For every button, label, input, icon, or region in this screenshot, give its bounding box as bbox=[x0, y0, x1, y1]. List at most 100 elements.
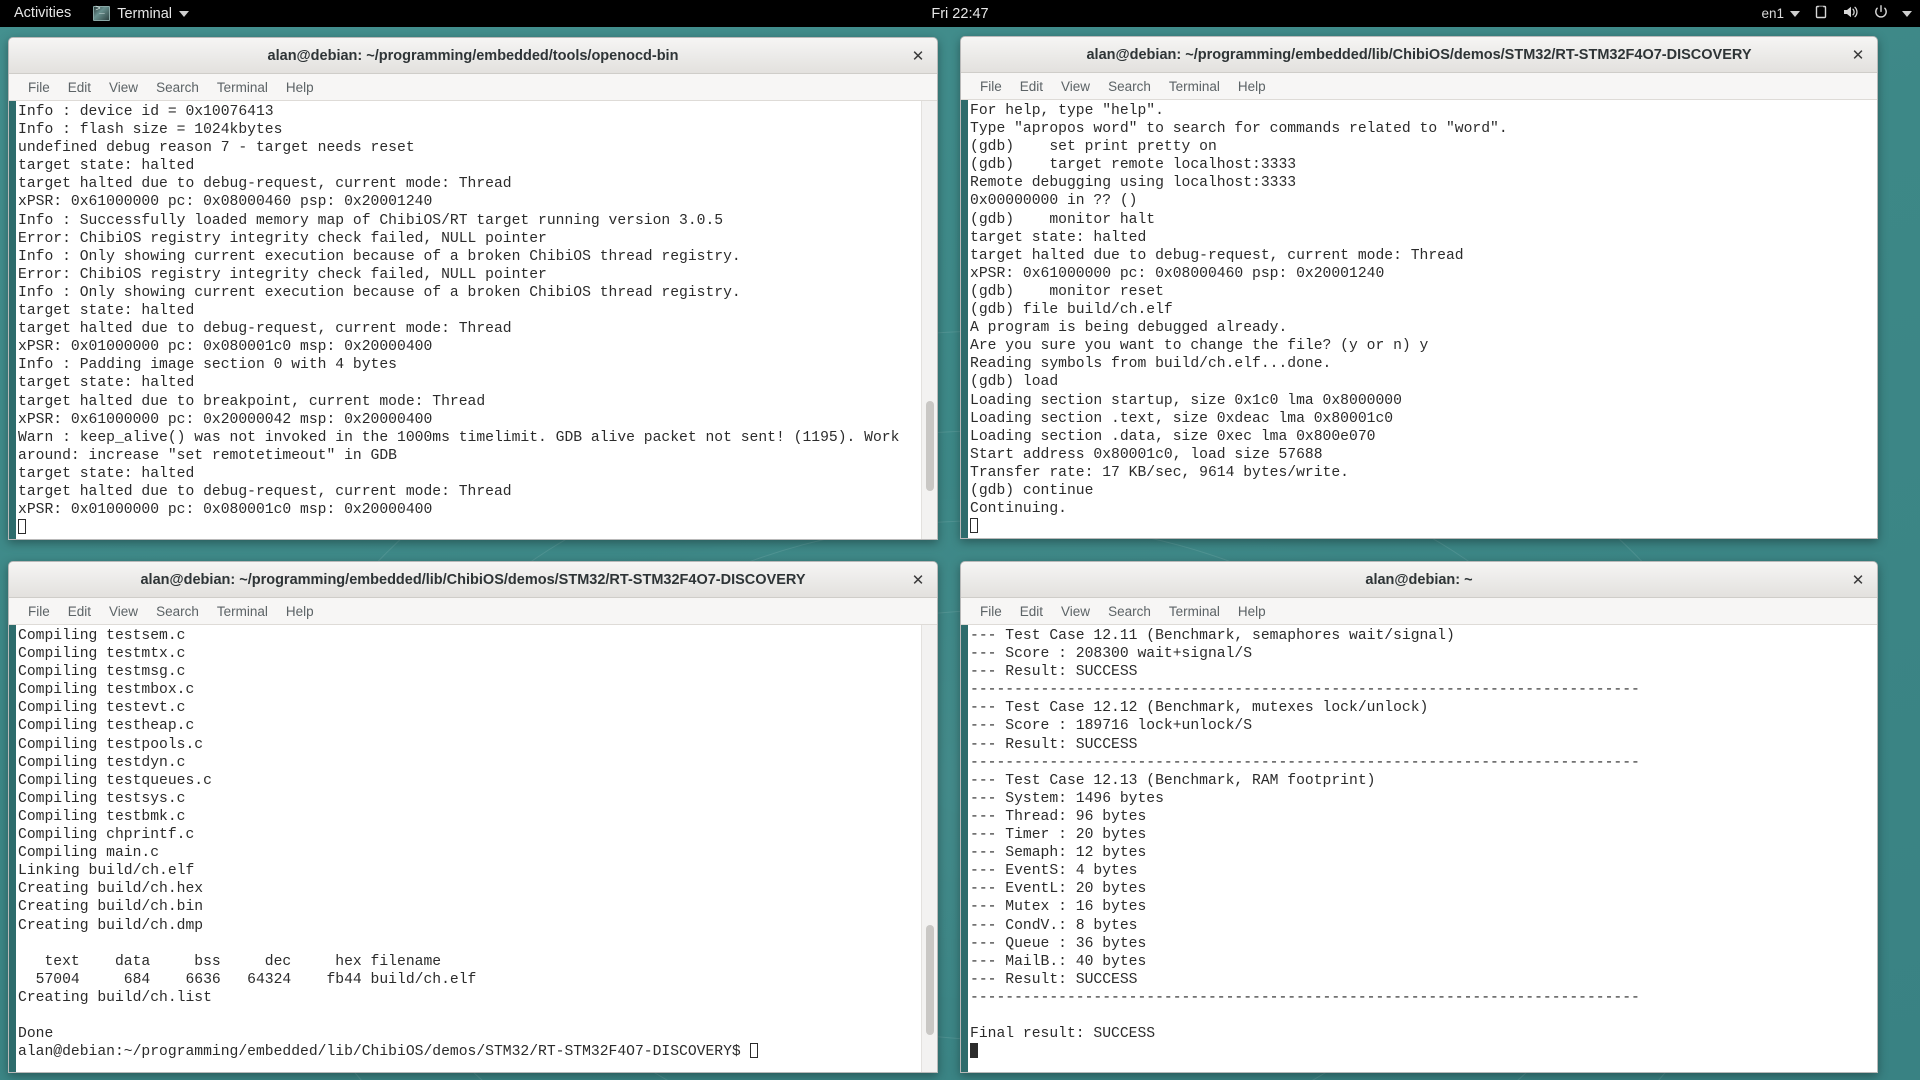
terminal-line: --- Score : 189716 lock+unlock/S bbox=[970, 718, 1253, 735]
close-icon[interactable]: ✕ bbox=[908, 46, 928, 66]
menu-item-file[interactable]: File bbox=[19, 74, 59, 101]
terminal-line: target state: halted bbox=[18, 303, 195, 320]
menubar: File Edit View Search Terminal Help bbox=[961, 73, 1877, 100]
scrollbar-thumb[interactable] bbox=[926, 925, 934, 1035]
terminal-line: Creating build/ch.bin bbox=[18, 899, 204, 916]
terminal-line: Info : Padding image section 0 with 4 by… bbox=[18, 357, 397, 374]
menu-item-view[interactable]: View bbox=[100, 74, 147, 101]
app-menu-label: Terminal bbox=[117, 5, 173, 22]
menu-item-search[interactable]: Search bbox=[147, 598, 208, 625]
menu-item-help[interactable]: Help bbox=[1229, 73, 1275, 100]
terminal-line: --- Timer : 20 bytes bbox=[970, 827, 1147, 844]
terminal-line: target state: halted bbox=[18, 158, 195, 175]
terminal-line: --- Test Case 12.12 (Benchmark, mutexes … bbox=[970, 700, 1429, 717]
menu-item-view[interactable]: View bbox=[1052, 598, 1099, 625]
chevron-down-icon[interactable] bbox=[1902, 10, 1912, 17]
activities-button[interactable]: Activities bbox=[0, 0, 83, 27]
terminal-line: Compiling testbmk.c bbox=[18, 808, 186, 825]
menu-item-help[interactable]: Help bbox=[277, 74, 323, 101]
app-menu-button[interactable]: Terminal bbox=[83, 0, 199, 27]
menu-item-search[interactable]: Search bbox=[1099, 598, 1160, 625]
scrollbar[interactable] bbox=[921, 101, 937, 539]
power-icon[interactable] bbox=[1873, 4, 1889, 24]
titlebar[interactable]: alan@debian: ~ ✕ bbox=[961, 562, 1877, 598]
menu-item-terminal[interactable]: Terminal bbox=[1160, 73, 1229, 100]
terminal-window-build[interactable]: alan@debian: ~/programming/embedded/lib/… bbox=[8, 561, 938, 1073]
terminal-output[interactable]: Compiling testsem.c Compiling testmtx.c Co… bbox=[16, 625, 921, 1072]
menu-item-edit[interactable]: Edit bbox=[1011, 73, 1052, 100]
window-title: alan@debian: ~/programming/embedded/lib/… bbox=[140, 571, 806, 588]
menu-item-terminal[interactable]: Terminal bbox=[208, 598, 277, 625]
titlebar[interactable]: alan@debian: ~/programming/embedded/lib/… bbox=[961, 37, 1877, 73]
terminal-line: --- EventL: 20 bytes bbox=[970, 881, 1147, 898]
terminal-line: (gdb) set print pretty on bbox=[970, 139, 1217, 156]
terminal-output[interactable]: Info : device id = 0x10076413 Info : flas… bbox=[16, 101, 921, 539]
terminal-line: Compiling testheap.c bbox=[18, 718, 195, 735]
terminal-line: Error: ChibiOS registry integrity check … bbox=[18, 230, 547, 247]
titlebar[interactable]: alan@debian: ~/programming/embedded/tool… bbox=[9, 38, 937, 74]
terminal-body[interactable]: Info : device id = 0x10076413 Info : flas… bbox=[9, 101, 937, 539]
close-icon[interactable]: ✕ bbox=[1848, 45, 1868, 65]
terminal-line: --- Result: SUCCESS bbox=[970, 664, 1138, 681]
menu-item-file[interactable]: File bbox=[971, 598, 1011, 625]
menu-item-view[interactable]: View bbox=[1052, 73, 1099, 100]
chevron-down-icon bbox=[179, 10, 190, 17]
menu-item-help[interactable]: Help bbox=[1229, 598, 1275, 625]
system-tray: en1 bbox=[1761, 0, 1912, 27]
menu-item-view[interactable]: View bbox=[100, 598, 147, 625]
menu-item-edit[interactable]: Edit bbox=[59, 74, 100, 101]
terminal-line: xPSR: 0x01000000 pc: 0x080001c0 msp: 0x2… bbox=[18, 339, 433, 356]
menu-item-search[interactable]: Search bbox=[147, 74, 208, 101]
terminal-body[interactable]: Compiling testsem.c Compiling testmtx.c Co… bbox=[9, 625, 937, 1072]
menu-item-search[interactable]: Search bbox=[1099, 73, 1160, 100]
terminal-line: Compiling testsem.c bbox=[18, 628, 186, 644]
terminal-line: Loading section .data, size 0xec lma 0x8… bbox=[970, 428, 1376, 445]
terminal-prompt-line bbox=[970, 518, 1877, 536]
close-icon[interactable]: ✕ bbox=[908, 570, 928, 590]
terminal-line: Loading section startup, size 0x1c0 lma … bbox=[970, 392, 1402, 409]
network-icon[interactable] bbox=[1813, 4, 1829, 24]
terminal-left-edge bbox=[961, 100, 968, 538]
terminal-body[interactable]: --- Test Case 12.11 (Benchmark, semaphor… bbox=[961, 625, 1877, 1072]
terminal-body[interactable]: For help, type "help". Type "apropos word… bbox=[961, 100, 1877, 538]
terminal-prompt-line bbox=[18, 519, 921, 537]
terminal-line: Remote debugging using localhost:3333 bbox=[970, 175, 1297, 192]
terminal-line: --- CondV.: 8 bytes bbox=[970, 917, 1138, 934]
menu-item-file[interactable]: File bbox=[971, 73, 1011, 100]
menu-item-edit[interactable]: Edit bbox=[1011, 598, 1052, 625]
terminal-line: Compiling testqueues.c bbox=[18, 772, 212, 789]
scrollbar-thumb[interactable] bbox=[926, 401, 934, 491]
terminal-window-gdb[interactable]: alan@debian: ~/programming/embedded/lib/… bbox=[960, 36, 1878, 539]
menu-item-terminal[interactable]: Terminal bbox=[208, 74, 277, 101]
terminal-line: (gdb) monitor reset bbox=[970, 283, 1164, 300]
menu-item-edit[interactable]: Edit bbox=[59, 598, 100, 625]
titlebar[interactable]: alan@debian: ~/programming/embedded/lib/… bbox=[9, 562, 937, 598]
menu-item-help[interactable]: Help bbox=[277, 598, 323, 625]
scrollbar[interactable] bbox=[921, 625, 937, 1072]
terminal-line: target halted due to debug-request, curr… bbox=[970, 247, 1464, 264]
terminal-line: xPSR: 0x61000000 pc: 0x08000460 psp: 0x2… bbox=[970, 265, 1385, 282]
terminal-output[interactable]: For help, type "help". Type "apropos word… bbox=[968, 100, 1877, 538]
terminal-window-benchmark[interactable]: alan@debian: ~ ✕ File Edit View Search T… bbox=[960, 561, 1878, 1073]
volume-icon[interactable] bbox=[1842, 4, 1860, 24]
terminal-line: Info : Only showing current execution be… bbox=[18, 284, 741, 301]
terminal-window-openocd[interactable]: alan@debian: ~/programming/embedded/tool… bbox=[8, 37, 938, 540]
menubar: File Edit View Search Terminal Help bbox=[9, 598, 937, 625]
window-title: alan@debian: ~/programming/embedded/tool… bbox=[267, 47, 679, 64]
menu-item-file[interactable]: File bbox=[19, 598, 59, 625]
menu-item-terminal[interactable]: Terminal bbox=[1160, 598, 1229, 625]
keyboard-layout-button[interactable]: en1 bbox=[1761, 6, 1800, 21]
terminal-cursor bbox=[18, 519, 26, 535]
terminal-line: Compiling testsys.c bbox=[18, 790, 186, 807]
terminal-line: --- Queue : 36 bytes bbox=[970, 935, 1147, 952]
terminal-line: --- System: 1496 bytes bbox=[970, 790, 1164, 807]
terminal-line: target halted due to breakpoint, current… bbox=[18, 393, 486, 410]
clock[interactable]: Fri 22:47 bbox=[860, 6, 1060, 22]
terminal-line: Compiling testmsg.c bbox=[18, 664, 186, 681]
terminal-output[interactable]: --- Test Case 12.11 (Benchmark, semaphor… bbox=[968, 625, 1877, 1072]
terminal-line: Are you sure you want to change the file… bbox=[970, 338, 1429, 355]
terminal-line: xPSR: 0x01000000 pc: 0x080001c0 msp: 0x2… bbox=[18, 502, 433, 519]
close-icon[interactable]: ✕ bbox=[1848, 570, 1868, 590]
terminal-prompt-line bbox=[970, 1043, 1877, 1061]
terminal-line: xPSR: 0x61000000 pc: 0x20000042 msp: 0x2… bbox=[18, 411, 433, 428]
